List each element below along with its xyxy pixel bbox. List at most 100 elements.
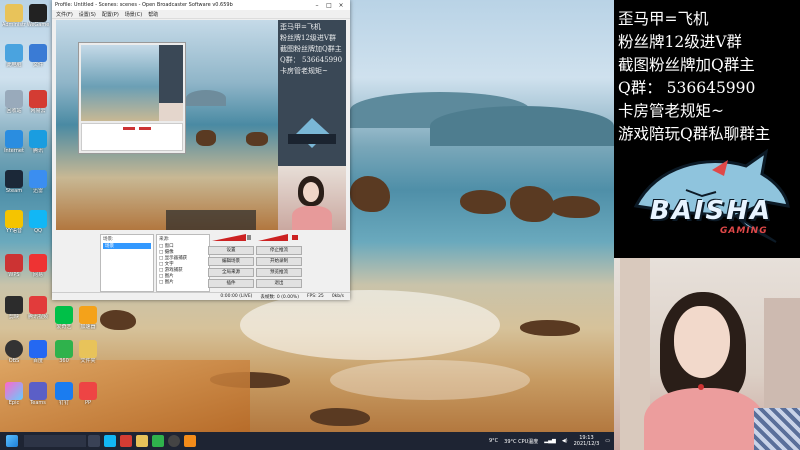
wegame-icon (29, 4, 47, 22)
obs-control-area: 场景: 场景 来源: □ 窗口 □ 摄像 □ 显示器捕获 □ 文字 □ 游戏捕获… (56, 234, 346, 292)
exit-button[interactable]: 退出 (256, 279, 302, 288)
network-icon[interactable]: ▂▄▆ (544, 438, 556, 444)
capcut-icon (5, 296, 23, 314)
desktop-icon-20[interactable]: 百度 (26, 340, 50, 364)
desktop-icon-24[interactable]: Teams (26, 382, 50, 406)
desktop-icon-22[interactable]: 文件夹 (76, 340, 100, 364)
logo-title: BAISHA (649, 196, 773, 226)
menu-settings[interactable]: 设置(S) (79, 11, 96, 18)
announcement-line-3: 截图粉丝牌加Q群主 (618, 56, 755, 74)
preview-overlay-line-4: Q群： 536645990 (280, 56, 343, 64)
status-dropped-frames: 丢帧数: 0 (0.00%) (260, 294, 299, 300)
preview-overlay-panel: 歪马甲=飞机 粉丝牌12级进V群 截图粉丝牌加Q群主 Q群： 536645990… (278, 20, 346, 230)
desktop-icon-6[interactable]: 网易云 (26, 90, 50, 114)
settings-button[interactable]: 设置 (208, 246, 254, 255)
dingtalk-icon (55, 382, 73, 400)
teams-icon (29, 382, 47, 400)
desktop-icon-8[interactable]: 腾讯 (26, 130, 50, 154)
desktop-icon-26[interactable]: PP (76, 382, 100, 406)
desktop-icon-7[interactable]: Internet (2, 130, 26, 154)
notification-icon[interactable]: ▭ (605, 438, 610, 444)
status-fps: FPS: 25 (306, 294, 324, 299)
edit-scene-button[interactable]: 编辑场景 (208, 257, 254, 266)
obs-window[interactable]: Profile: Untitled - Scenes: scenes - Ope… (52, 0, 350, 300)
desktop-icon-12[interactable]: QQ (26, 210, 50, 234)
global-sources-button[interactable]: 全局来源 (208, 268, 254, 277)
desktop-volume-meter[interactable] (212, 234, 252, 241)
desktop-icon-17[interactable]: 爱奇艺 (52, 306, 76, 330)
maximize-icon[interactable]: □ (323, 2, 335, 9)
obs-taskbar-icon[interactable] (168, 435, 180, 447)
stream-preview: 歪马甲=飞机 粉丝牌12级进V群 截图粉丝牌加Q群主 Q群： 536645990… (56, 20, 346, 230)
menu-help[interactable]: 帮助 (148, 11, 158, 18)
app-taskbar-icon[interactable] (184, 435, 196, 447)
announcement-line-5: 卡房管老规矩~ (618, 102, 724, 120)
recycle-bin-icon (5, 90, 23, 108)
desktop-icon-15[interactable]: 剪映 (2, 296, 26, 320)
file-explorer-icon[interactable] (136, 435, 148, 447)
tencent-video-icon (29, 296, 47, 314)
desktop-icon-4[interactable]: 文件 (26, 44, 50, 68)
internet-explorer-icon (5, 130, 23, 148)
taskbar-search-box[interactable] (24, 435, 86, 447)
preview-logo (284, 112, 340, 156)
epic-icon (5, 382, 23, 400)
announcement-line-2: 粉丝牌12级进V群 (618, 33, 742, 51)
menu-scene[interactable]: 场景(C) (125, 11, 142, 18)
obs-titlebar[interactable]: Profile: Untitled - Scenes: scenes - Ope… (52, 0, 350, 10)
desktop-icon-21[interactable]: 360 (52, 340, 76, 364)
computer-icon (5, 44, 23, 62)
qq-taskbar-icon[interactable] (104, 435, 116, 447)
desktop-icon-5[interactable]: 回收站 (2, 90, 26, 114)
plugins-button[interactable]: 插件 (208, 279, 254, 288)
desktop-icon-16[interactable]: 腾讯视频 (26, 296, 50, 320)
taskbar-clock[interactable]: 19:13 2021/12/3 (574, 435, 600, 447)
volume-icon[interactable]: ◀) (562, 438, 568, 444)
desktop-icon-13[interactable]: WPS (2, 254, 26, 278)
webcam-feed (614, 258, 800, 450)
thunder-icon (29, 170, 47, 188)
preview-overlay-line-2: 粉丝牌12级进V群 (280, 34, 336, 42)
start-menu-icon[interactable] (6, 435, 18, 447)
yy-icon (5, 210, 23, 228)
desktop-icon-19[interactable]: OBS (2, 340, 26, 364)
menu-profile[interactable]: 配置(P) (102, 11, 119, 18)
preview-webcam (278, 166, 346, 230)
wps-icon (5, 254, 23, 272)
source-item-7[interactable]: □ 图片 (157, 279, 209, 285)
user-folder-icon (5, 4, 23, 22)
folder-icon (79, 340, 97, 358)
mic-volume-meter[interactable] (258, 234, 300, 241)
netease-icon (29, 254, 47, 272)
nested-obs-window (78, 42, 186, 154)
minimize-icon[interactable]: – (311, 2, 323, 9)
obs-statusbar: 0:00:00 (LIVE) 丢帧数: 0 (0.00%) FPS: 25 0k… (52, 292, 350, 300)
desktop-icon-11[interactable]: YY语音 (2, 210, 26, 234)
task-view-icon[interactable] (88, 435, 100, 447)
desktop-icon-1[interactable]: Administr (2, 4, 26, 28)
accelerator-icon (79, 306, 97, 324)
scene-list-item[interactable]: 场景 (103, 243, 151, 249)
sources-header: 来源: (159, 237, 170, 242)
desktop-icon-3[interactable]: 此电脑 (2, 44, 26, 68)
desktop-icon-2[interactable]: WeGame (26, 4, 50, 28)
browser-taskbar-icon[interactable] (152, 435, 164, 447)
stop-stream-button[interactable]: 停止推流 (256, 246, 302, 255)
baidu-icon (29, 340, 47, 358)
preview-stream-button[interactable]: 预览推流 (256, 268, 302, 277)
desktop-icon-10[interactable]: 迅雷 (26, 170, 50, 194)
netease-taskbar-icon[interactable] (120, 435, 132, 447)
desktop-icon-25[interactable]: 钉钉 (52, 382, 76, 406)
desktop-icon-18[interactable]: 加速器 (76, 306, 100, 330)
desktop-icon-23[interactable]: Epic (2, 382, 26, 406)
pp-icon (79, 382, 97, 400)
announcement-line-4: Q群： 536645990 (618, 79, 756, 97)
desktop-icon-9[interactable]: Steam (2, 170, 26, 194)
close-icon[interactable]: × (335, 2, 347, 9)
start-recording-button[interactable]: 开始录制 (256, 257, 302, 266)
weather-indicator[interactable]: 9°C (489, 438, 498, 444)
desktop-icon-14[interactable]: 网易 (26, 254, 50, 278)
status-bitrate: 0kb/s (331, 294, 344, 299)
sources-panel: 来源: □ 窗口 □ 摄像 □ 显示器捕获 □ 文字 □ 游戏捕获 □ 图片 □… (156, 234, 210, 292)
menu-file[interactable]: 文件(F) (56, 11, 73, 18)
